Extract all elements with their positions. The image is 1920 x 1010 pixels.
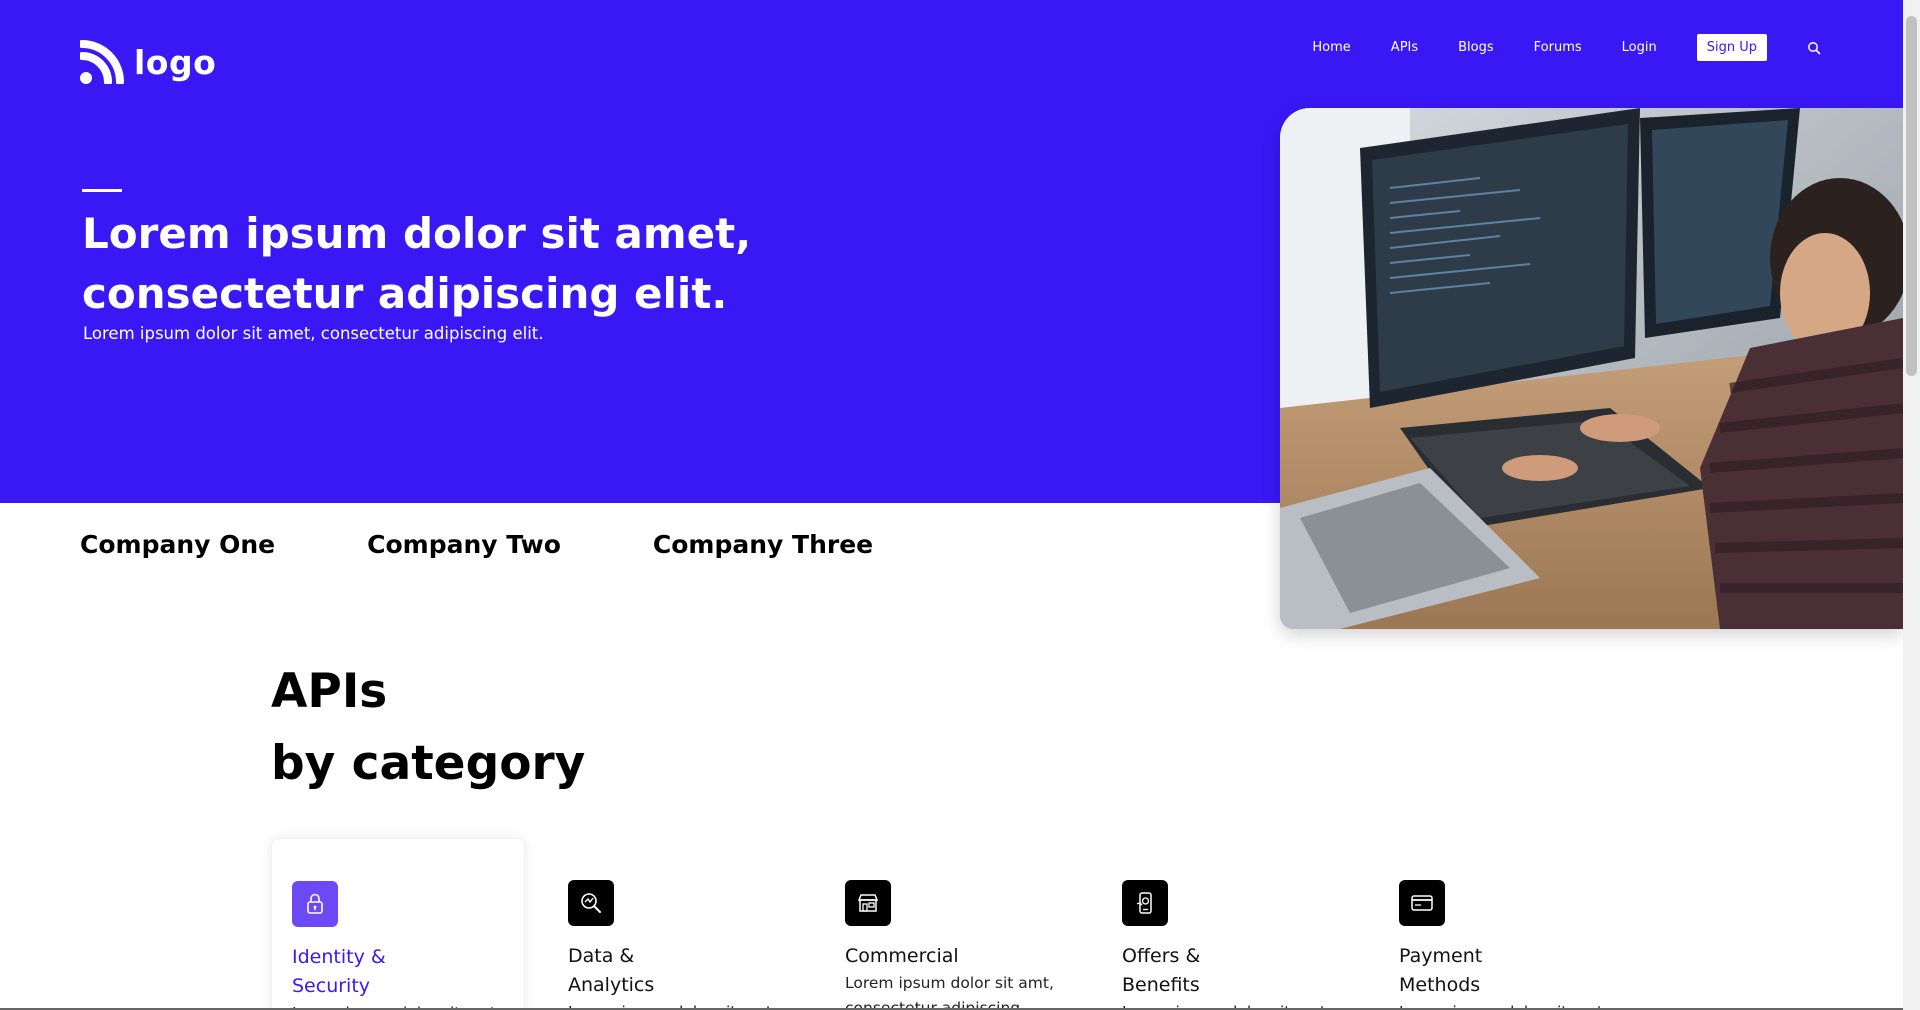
nav-blogs[interactable]: Blogs: [1458, 40, 1494, 55]
nav-home[interactable]: Home: [1312, 40, 1350, 55]
company-two: Company Two: [367, 530, 561, 559]
hero-title: Lorem ipsum dolor sit amet, consectetur …: [82, 209, 752, 318]
store-icon: [845, 880, 891, 926]
category-cards: Identity & Security Lorem ipsum dolor si…: [271, 838, 1656, 1010]
lock-icon: [292, 881, 338, 927]
category-card-offers-benefits[interactable]: Offers & Benefits Lorem ipsum dolor sit …: [1102, 838, 1356, 1010]
apis-title-line2: by category: [271, 736, 586, 791]
category-card-commercial[interactable]: Commercial Lorem ipsum dolor sit amt, co…: [825, 838, 1079, 1010]
category-title: Data & Analytics: [568, 945, 655, 996]
company-three: Company Three: [652, 530, 874, 559]
apis-section-title: APIs by category: [271, 656, 585, 800]
main-nav: Home APIs Blogs Forums Login Sign Up: [1272, 34, 1821, 61]
hero-photo-developer-at-computer: [1280, 108, 1903, 629]
category-title: Commercial: [845, 945, 959, 967]
hero-accent-rule: [82, 189, 122, 192]
signup-button[interactable]: Sign Up: [1696, 34, 1767, 61]
nav-login[interactable]: Login: [1622, 40, 1657, 55]
company-one: Company One: [80, 530, 276, 559]
credit-card-icon: [1399, 880, 1445, 926]
rss-icon: [80, 40, 124, 84]
hero-subtitle: Lorem ipsum dolor sit amet, consectetur …: [83, 324, 544, 343]
search-icon[interactable]: [1807, 41, 1821, 55]
company-logos: Company One Company Two Company Three: [80, 530, 965, 559]
category-card-payment-methods[interactable]: Payment Methods Lorem ipsum dolor sit am…: [1379, 838, 1633, 1010]
category-title: Identity & Security: [292, 946, 386, 997]
category-card-data-analytics[interactable]: Data & Analytics Lorem ipsum dolor sit a…: [548, 838, 802, 1010]
scrollbar-thumb[interactable]: [1906, 16, 1917, 376]
apis-title-line1: APIs: [271, 664, 388, 719]
nav-apis[interactable]: APIs: [1391, 40, 1418, 55]
logo[interactable]: logo: [80, 40, 216, 84]
category-card-identity-security[interactable]: Identity & Security Lorem ipsum dolor si…: [271, 838, 525, 1010]
category-title: Payment Methods: [1399, 945, 1483, 996]
mobile-offer-icon: [1122, 880, 1168, 926]
category-desc: Lorem ipsum dolor sit amt, consectetur a…: [845, 974, 1054, 1010]
logo-text: logo: [134, 42, 217, 82]
magnifier-chart-icon: [568, 880, 614, 926]
page-scrollbar[interactable]: [1903, 0, 1920, 1010]
category-title: Offers & Benefits: [1122, 945, 1201, 996]
nav-forums[interactable]: Forums: [1534, 40, 1582, 55]
